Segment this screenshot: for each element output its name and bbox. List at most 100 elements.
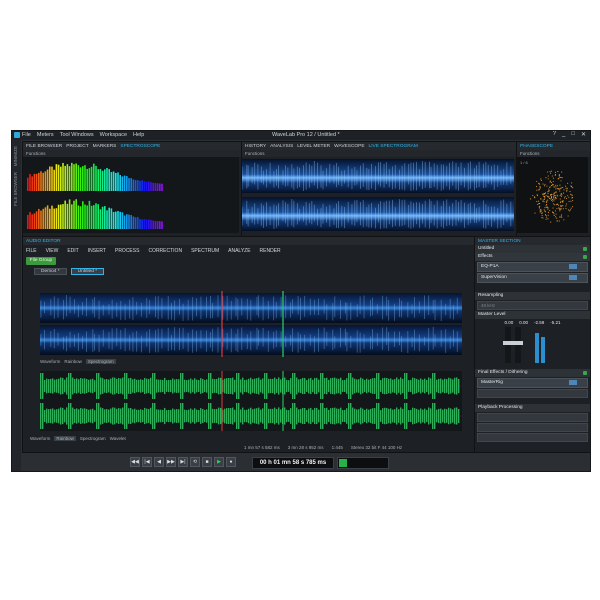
- preset-row[interactable]: Untitled: [475, 245, 590, 253]
- plugin-eq-edit-icon[interactable]: [569, 264, 577, 269]
- toolbar-insert[interactable]: INSERT: [88, 248, 106, 254]
- waveform-bar: [140, 379, 142, 393]
- minimize-button[interactable]: _: [562, 131, 565, 138]
- record-button[interactable]: ●: [226, 457, 236, 467]
- playback-slot-3[interactable]: [477, 433, 588, 442]
- spectrogram-view[interactable]: [40, 291, 462, 357]
- tab-spectroscope[interactable]: SPECTROSCOPE: [120, 144, 160, 149]
- tab-file-browser[interactable]: FILE BROWSER: [26, 144, 62, 149]
- status-format[interactable]: Stereo 32 bit F 44 100 Hz: [351, 445, 402, 450]
- phasescope-dot: [536, 180, 538, 182]
- waveform-bar: [228, 408, 230, 424]
- waveform-bar: [406, 373, 408, 399]
- menu-workspace[interactable]: Workspace: [100, 132, 127, 138]
- plugin-slot-masterrig[interactable]: MasterRig: [477, 378, 588, 388]
- plugin-slot-supervision[interactable]: SuperVision: [477, 273, 588, 283]
- phasescope-dot: [549, 181, 551, 183]
- toolbar-render[interactable]: RENDER: [260, 248, 281, 254]
- fader-left-handle[interactable]: [503, 341, 513, 345]
- plugin-masterrig-edit-icon[interactable]: [569, 380, 577, 385]
- waveform-bar: [208, 373, 210, 399]
- tab-level-meter[interactable]: LEVEL METER: [297, 144, 330, 149]
- tab-phasescope[interactable]: PHASESCOPE: [520, 144, 553, 149]
- toolbar-correction[interactable]: CORRECTION: [148, 248, 182, 254]
- plugin-eq-label: EQ-P1A: [481, 264, 499, 269]
- waveform-bar: [432, 403, 434, 429]
- fast-forward-button[interactable]: ▶▶: [166, 457, 176, 467]
- functions-menu[interactable]: Functions: [23, 150, 241, 157]
- menu-help[interactable]: Help: [133, 132, 144, 138]
- phasescope-dot: [540, 212, 542, 214]
- file-tab-demo4[interactable]: Demo4 *: [34, 268, 67, 275]
- waveform-bar: [198, 380, 200, 392]
- tab-analysis[interactable]: ANALYSIS: [270, 144, 293, 149]
- tab-project[interactable]: PROJECT: [66, 144, 88, 149]
- file-tab-untitled[interactable]: Untitled *: [70, 268, 105, 275]
- phasescope-dot: [536, 194, 538, 196]
- toolbar-file[interactable]: FILE: [26, 248, 37, 254]
- tab-wavescope[interactable]: WAVESCOPE: [334, 144, 364, 149]
- view-tab-rainbow[interactable]: Rainbow: [64, 359, 82, 364]
- toolbar-spectrum[interactable]: SPECTRUM: [191, 248, 219, 254]
- menu-meters[interactable]: Meters: [37, 132, 54, 138]
- toolbar-view[interactable]: VIEW: [46, 248, 59, 254]
- tab-live-spectrogram[interactable]: LIVE SPECTROGRAM: [369, 144, 418, 149]
- rewind-start-button[interactable]: ◀◀: [130, 457, 140, 467]
- loop-button[interactable]: ⟲: [190, 457, 200, 467]
- master-faders[interactable]: [475, 325, 588, 365]
- playback-slot-1[interactable]: [477, 413, 588, 422]
- bottom-tab-waveform[interactable]: Waveform: [30, 436, 50, 441]
- spectroscope-bar: [101, 170, 104, 191]
- timecode-display[interactable]: 00 h 01 mn 58 s 785 ms: [252, 457, 334, 469]
- status-zoom[interactable]: 1:445: [332, 445, 343, 450]
- preset-power-icon[interactable]: [583, 247, 587, 251]
- waveform-bar: [354, 378, 356, 394]
- close-button[interactable]: ✕: [581, 131, 586, 138]
- final-slot-empty[interactable]: [477, 389, 588, 398]
- rewind-button[interactable]: ◀: [154, 457, 164, 467]
- menu-file[interactable]: File: [22, 132, 31, 138]
- waveform-bar: [70, 373, 72, 399]
- final-effects-power-icon[interactable]: [583, 371, 587, 375]
- phasescope-dot: [552, 211, 554, 214]
- resampling-select[interactable]: 48 kHz: [477, 301, 588, 310]
- spectroscope-bar: [68, 199, 71, 229]
- bottom-tab-wavelet[interactable]: Wavelet: [110, 436, 126, 441]
- waveform-view[interactable]: [40, 371, 462, 431]
- plugin-supervision-edit-icon[interactable]: [569, 275, 577, 280]
- help-icon[interactable]: ?: [553, 131, 556, 138]
- toolbar-analyze[interactable]: ANALYZE: [228, 248, 250, 254]
- phasescope-dot: [555, 204, 557, 206]
- phasescope-dot: [568, 210, 571, 212]
- tab-history[interactable]: HISTORY: [245, 144, 266, 149]
- final-effects-header: Final Effects / Dithering: [475, 369, 590, 377]
- tab-markers[interactable]: MARKERS: [93, 144, 117, 149]
- toolbar-process[interactable]: PROCESS: [115, 248, 139, 254]
- fader-right-handle[interactable]: [513, 341, 523, 345]
- plugin-slot-eq[interactable]: EQ-P1A: [477, 262, 588, 272]
- play-button[interactable]: ▶: [214, 457, 224, 467]
- file-group-button[interactable]: File Group: [26, 257, 56, 265]
- spectroscope-bar: [44, 207, 47, 229]
- maximize-button[interactable]: □: [571, 131, 575, 138]
- stop-button[interactable]: ■: [202, 457, 212, 467]
- menu-tool-windows[interactable]: Tool Windows: [60, 132, 94, 138]
- phasescope-dot: [566, 189, 568, 191]
- effects-power-icon[interactable]: [583, 255, 587, 259]
- bottom-tab-spectrogram[interactable]: Spectrogram: [80, 436, 106, 441]
- phasescope-dot: [562, 201, 564, 203]
- waveform-bar: [224, 378, 226, 394]
- spectroscope-bar: [66, 164, 69, 191]
- left-strip-minimize[interactable]: MINIMIZE: [13, 146, 18, 166]
- toolbar-edit[interactable]: EDIT: [67, 248, 78, 254]
- bottom-tab-rainbow[interactable]: Rainbow: [54, 436, 76, 441]
- phasescope-dot: [545, 215, 547, 217]
- functions-menu-right[interactable]: Functions: [517, 150, 590, 157]
- view-tab-waveform[interactable]: Waveform: [40, 359, 60, 364]
- playback-slot-2[interactable]: [477, 423, 588, 432]
- next-marker-button[interactable]: ▶|: [178, 457, 188, 467]
- view-tab-spectrogram[interactable]: Spectrogram: [85, 359, 116, 364]
- left-strip-file-browser[interactable]: FILE BROWSER: [13, 172, 18, 206]
- prev-marker-button[interactable]: |◀: [142, 457, 152, 467]
- functions-menu-mid[interactable]: Functions: [242, 150, 516, 157]
